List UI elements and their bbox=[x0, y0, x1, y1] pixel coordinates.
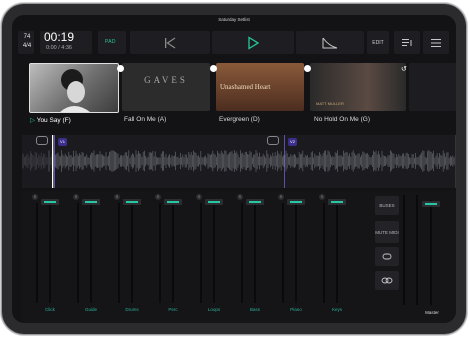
fader-handle[interactable] bbox=[205, 199, 223, 205]
album-art-text: MATT MULLER bbox=[316, 101, 344, 106]
tablet-frame: Saturday Setlist 74 4/4 00:19 0:00 / 4:3… bbox=[2, 4, 466, 334]
loop-back-icon[interactable]: ↺ bbox=[401, 65, 407, 73]
master-label: Master bbox=[425, 310, 439, 315]
waveform-timeline[interactable]: V1 V2 bbox=[21, 135, 456, 188]
album-art-text: Unashamed Heart bbox=[220, 83, 271, 91]
marker-v1[interactable]: V1 bbox=[58, 138, 67, 146]
fader-handle[interactable] bbox=[164, 199, 182, 205]
elapsed-time: 00:19 bbox=[44, 30, 75, 44]
link-icon bbox=[381, 277, 393, 284]
marker-v2[interactable]: V2 bbox=[288, 138, 297, 146]
album-art-you-say bbox=[60, 69, 90, 112]
meter-track bbox=[118, 203, 120, 303]
timecode: 0:00 / 4:36 bbox=[46, 45, 72, 51]
song-card-evergreen[interactable]: Unashamed Heart bbox=[216, 63, 304, 111]
song-card-fall-on-me[interactable]: GAVES bbox=[122, 63, 210, 111]
channel-label: Bass bbox=[249, 307, 260, 312]
fader-track[interactable] bbox=[336, 203, 338, 303]
meter-track bbox=[282, 203, 284, 303]
channel-label: Piano bbox=[290, 307, 302, 312]
fader-handle[interactable] bbox=[41, 199, 59, 205]
loop-icon[interactable] bbox=[267, 136, 279, 145]
solo-chip[interactable]: S bbox=[32, 194, 38, 200]
fade-out-button[interactable] bbox=[296, 31, 364, 54]
loop-icon bbox=[382, 253, 392, 260]
fader-handle[interactable] bbox=[82, 199, 100, 205]
play-button[interactable] bbox=[212, 31, 294, 54]
play-icon bbox=[248, 35, 260, 50]
channel-label: Click bbox=[45, 307, 55, 312]
meter-track bbox=[200, 203, 202, 303]
solo-chip[interactable]: S bbox=[237, 194, 243, 200]
fader-track[interactable] bbox=[213, 203, 215, 303]
solo-chip[interactable]: S bbox=[114, 194, 120, 200]
solo-chip[interactable]: S bbox=[73, 194, 79, 200]
skip-back-icon bbox=[165, 37, 176, 48]
buses-button[interactable]: BUSES bbox=[375, 196, 399, 215]
fader-track[interactable] bbox=[295, 203, 297, 303]
meter-track bbox=[323, 203, 325, 303]
album-art-text: GAVES bbox=[144, 75, 188, 85]
solo-chip[interactable]: S bbox=[155, 194, 161, 200]
transition-icon[interactable] bbox=[210, 65, 217, 72]
master-fader-handle[interactable] bbox=[422, 201, 440, 207]
channel-label: Drums bbox=[125, 307, 139, 312]
song-label-no-hold-on-me[interactable]: No Hold On Me (G) bbox=[314, 116, 370, 123]
solo-chip[interactable]: S bbox=[319, 194, 325, 200]
pad-label: PAD bbox=[105, 39, 116, 45]
song-card-no-hold-on-me[interactable]: MATT MULLER bbox=[310, 63, 406, 111]
playhead bbox=[52, 135, 54, 188]
waveform bbox=[21, 135, 456, 188]
fader-handle[interactable] bbox=[246, 199, 264, 205]
song-label-fall-on-me[interactable]: Fall On Me (A) bbox=[124, 116, 166, 123]
channel-label: Guide bbox=[84, 307, 97, 312]
playlist-icon bbox=[402, 38, 412, 46]
song-label-you-say[interactable]: ▷ You Say (F) bbox=[30, 116, 71, 124]
transition-icon[interactable] bbox=[304, 65, 311, 72]
song-label-evergreen[interactable]: Evergreen (D) bbox=[219, 116, 260, 123]
channel-label: Loops bbox=[207, 307, 221, 312]
hamburger-icon bbox=[431, 38, 441, 47]
time-signature[interactable]: 74 4/4 bbox=[20, 33, 34, 51]
previous-button[interactable] bbox=[130, 31, 210, 54]
master-fader-track[interactable] bbox=[430, 200, 432, 305]
song-card-next[interactable] bbox=[409, 63, 456, 111]
fader-handle[interactable] bbox=[287, 199, 305, 205]
play-indicator-icon: ▷ bbox=[30, 117, 35, 124]
fader-track[interactable] bbox=[254, 203, 256, 303]
transition-icon[interactable] bbox=[117, 65, 124, 72]
fader-handle[interactable] bbox=[123, 199, 141, 205]
meter-track bbox=[77, 203, 79, 303]
meter-track bbox=[36, 203, 38, 303]
fader-track[interactable] bbox=[172, 203, 174, 303]
setlist-title: Saturday Setlist bbox=[218, 17, 250, 22]
loop-icon[interactable] bbox=[36, 136, 48, 145]
fader-handle[interactable] bbox=[328, 199, 346, 205]
fader-track[interactable] bbox=[49, 203, 51, 303]
mute-midi-button[interactable]: MUTE MIDI bbox=[375, 221, 399, 243]
loop-button[interactable] bbox=[375, 247, 399, 266]
setlist-button[interactable] bbox=[394, 31, 420, 54]
song-card-you-say[interactable] bbox=[29, 63, 119, 113]
app-screen: Saturday Setlist 74 4/4 00:19 0:00 / 4:3… bbox=[12, 15, 456, 323]
menu-button[interactable] bbox=[423, 31, 449, 54]
time-signature-bottom: 4/4 bbox=[22, 43, 32, 49]
meter-track bbox=[416, 195, 418, 305]
channel-label: Perc bbox=[168, 307, 178, 312]
meter-track bbox=[159, 203, 161, 303]
fade-icon bbox=[322, 37, 338, 48]
fader-track[interactable] bbox=[131, 203, 133, 303]
time-signature-top: 74 bbox=[23, 34, 31, 40]
fader-track[interactable] bbox=[90, 203, 92, 303]
solo-chip[interactable]: S bbox=[278, 194, 284, 200]
solo-chip[interactable]: S bbox=[196, 194, 202, 200]
meter-track bbox=[241, 203, 243, 303]
meter-track bbox=[403, 195, 405, 305]
channel-label: Keys bbox=[331, 307, 342, 312]
link-button[interactable] bbox=[375, 271, 399, 290]
edit-button[interactable]: EDIT bbox=[367, 31, 389, 54]
